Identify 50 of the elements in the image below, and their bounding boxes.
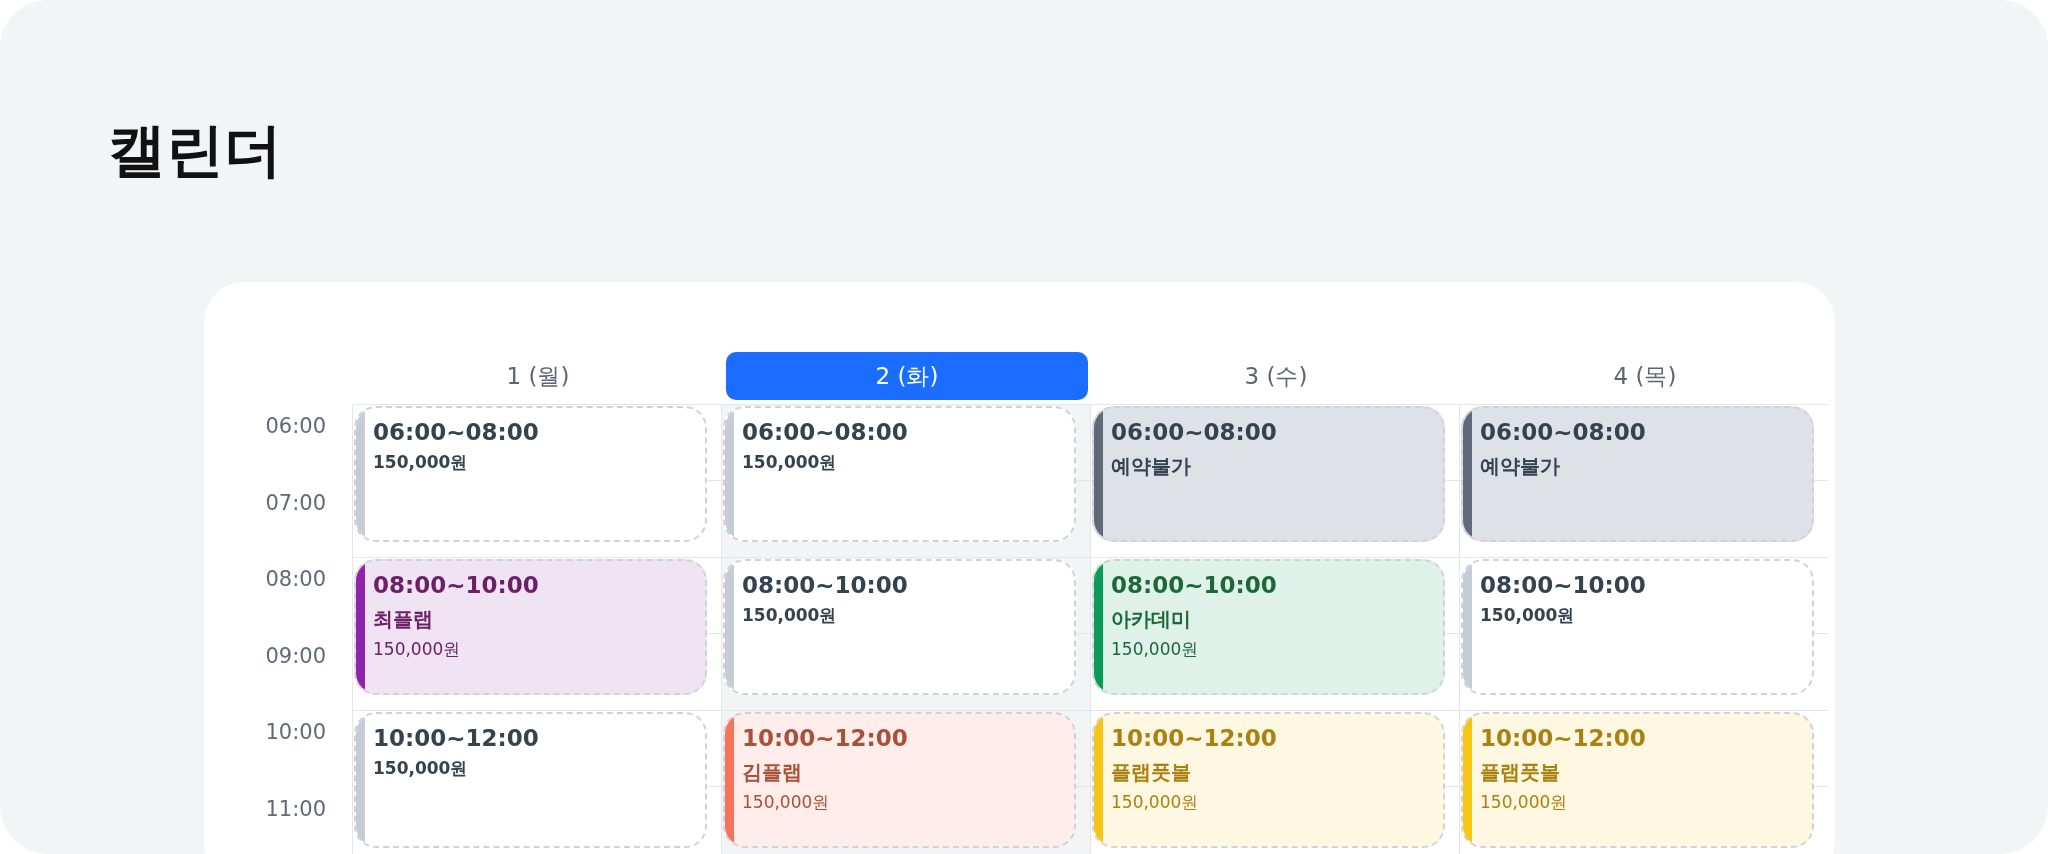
slot-price: 150,000원 (1480, 604, 1575, 627)
slot-time: 08:00~10:00 (1111, 571, 1277, 600)
open-slot[interactable]: 08:00~10:00 150,000원 (1461, 559, 1814, 695)
booking-card[interactable]: 08:00~10:00 아카데미 150,000원 (1092, 559, 1445, 695)
slot-price: 150,000원 (742, 791, 830, 814)
time-label: 08:00 (265, 566, 326, 593)
time-label: 09:00 (265, 642, 326, 670)
slot-name: 예약불가 (1480, 453, 1560, 480)
day-tab[interactable]: 2 (화) (726, 352, 1088, 400)
slot-time: 08:00~10:00 (742, 571, 908, 600)
booking-card[interactable]: 08:00~10:00 최플랩 150,000원 (354, 559, 707, 695)
blocked-slot[interactable]: 06:00~08:00 예약불가 (1461, 406, 1814, 542)
slot-name: 플랩풋볼 (1480, 759, 1560, 786)
day-tab[interactable]: 3 (수) (1095, 352, 1457, 400)
slot-time: 06:00~08:00 (1111, 418, 1277, 447)
slot-price: 150,000원 (742, 451, 837, 474)
slot-price: 150,000원 (373, 451, 468, 474)
slot-name: 최플랩 (373, 606, 433, 633)
slot-price: 150,000원 (1111, 638, 1199, 661)
page-title: 캘린더 (108, 115, 283, 186)
slot-time: 10:00~12:00 (742, 724, 908, 753)
slot-price: 150,000원 (373, 757, 468, 780)
open-slot[interactable]: 08:00~10:00 150,000원 (723, 559, 1076, 695)
slot-price: 150,000원 (742, 604, 837, 627)
slot-name: 아카데미 (1111, 606, 1191, 633)
slot-time: 10:00~12:00 (1111, 724, 1277, 753)
slot-time: 06:00~08:00 (373, 418, 539, 447)
slot-price: 150,000원 (373, 638, 461, 661)
day-tab[interactable]: 1 (월) (357, 352, 719, 400)
open-slot[interactable]: 06:00~08:00 150,000원 (723, 406, 1076, 542)
time-label: 11:00 (265, 795, 326, 823)
slot-name: 김플랩 (742, 759, 802, 786)
slot-name: 플랩풋볼 (1111, 759, 1191, 786)
slot-time: 10:00~12:00 (373, 724, 539, 753)
slot-price: 150,000원 (1480, 791, 1568, 814)
day-tab[interactable]: 4 (목) (1464, 352, 1826, 400)
slot-price: 150,000원 (1111, 791, 1199, 814)
slot-time: 10:00~12:00 (1480, 724, 1646, 753)
slot-time: 08:00~10:00 (373, 571, 539, 600)
time-label: 07:00 (265, 489, 326, 517)
time-label: 06:00 (265, 413, 326, 440)
booking-card[interactable]: 10:00~12:00 김플랩 150,000원 (723, 712, 1076, 848)
slot-time: 06:00~08:00 (1480, 418, 1646, 447)
blocked-slot[interactable]: 06:00~08:00 예약불가 (1092, 406, 1445, 542)
slot-name: 예약불가 (1111, 453, 1191, 480)
slot-time: 06:00~08:00 (742, 418, 908, 447)
open-slot[interactable]: 10:00~12:00 150,000원 (354, 712, 707, 848)
open-slot[interactable]: 06:00~08:00 150,000원 (354, 406, 707, 542)
time-label: 10:00 (265, 719, 326, 746)
slot-time: 08:00~10:00 (1480, 571, 1646, 600)
